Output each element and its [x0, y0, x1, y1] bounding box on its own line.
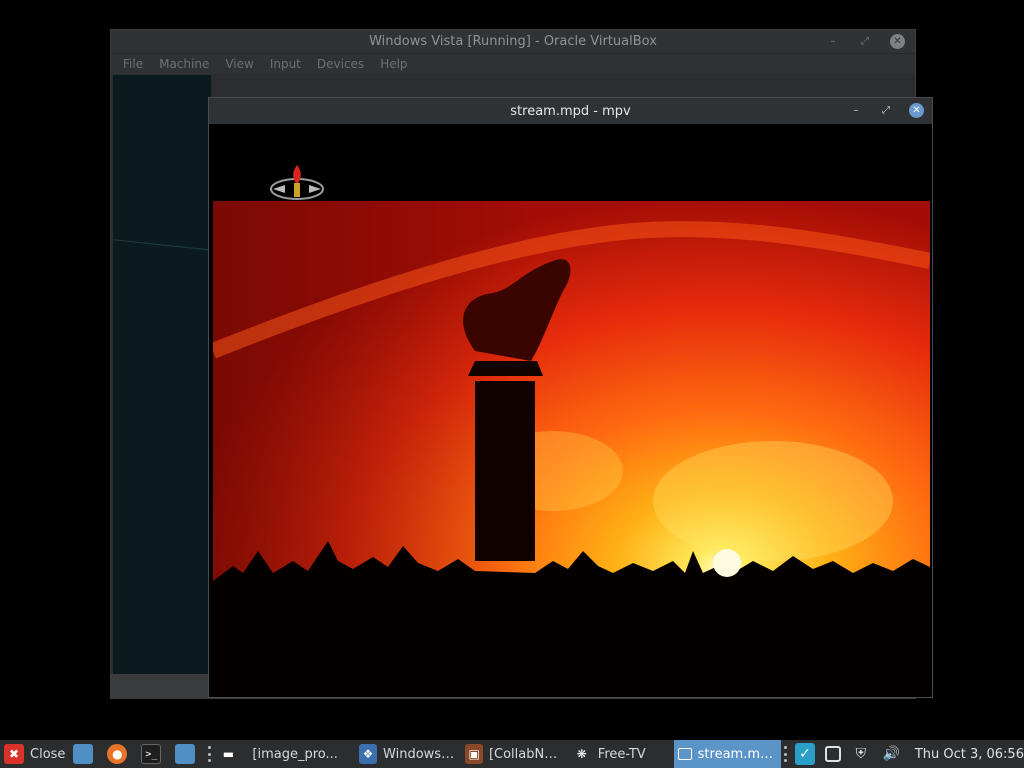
- task-image-pro[interactable]: [image_pro...: [248, 740, 354, 768]
- task-collabnet[interactable]: ▣ [CollabNet ...: [461, 740, 567, 768]
- maximize-icon[interactable]: ⤢: [858, 35, 872, 49]
- virtualbox-menubar: File Machine View Input Devices Help: [111, 54, 915, 74]
- task-label: [CollabNet ...: [488, 746, 564, 762]
- mpv-title: stream.mpd - mpv: [510, 104, 631, 119]
- taskbar: ✖ Close ● >_ ▬ [image_pro... ❖ Windows V…: [0, 740, 1024, 768]
- close-icon[interactable]: ✕: [909, 103, 924, 118]
- close-icon[interactable]: ✕: [890, 34, 905, 49]
- menu-view[interactable]: View: [225, 57, 253, 71]
- virtualbox-titlebar[interactable]: Windows Vista [Running] - Oracle Virtual…: [111, 30, 915, 54]
- task-label: [image_pro...: [252, 746, 338, 762]
- desktop-icon: [73, 744, 94, 764]
- menu-help[interactable]: Help: [380, 57, 407, 71]
- minus-icon: ▬: [222, 747, 235, 761]
- channel-logo-icon: [270, 165, 324, 200]
- tv-icon: ❋: [576, 747, 587, 761]
- mpv-window[interactable]: stream.mpd - mpv – ⤢ ✕: [208, 97, 933, 698]
- task-label: stream.mp...: [697, 746, 777, 762]
- folder-icon: [175, 744, 196, 764]
- volume-icon[interactable]: 🔊: [881, 743, 902, 765]
- task-free-tv[interactable]: ❋ Free-TV: [568, 740, 674, 768]
- menu-machine[interactable]: Machine: [159, 57, 209, 71]
- virtualbox-icon: ❖: [358, 744, 378, 764]
- guest-display[interactable]: [113, 75, 211, 675]
- maximize-icon[interactable]: ⤢: [879, 104, 893, 118]
- minimized-indicator[interactable]: ▬: [214, 740, 248, 768]
- shield-icon[interactable]: ⛨: [851, 743, 872, 765]
- desktop: Windows Vista [Running] - Oracle Virtual…: [0, 0, 1024, 740]
- mpv-icon: [678, 748, 692, 760]
- close-window-button[interactable]: ✖ Close: [0, 740, 69, 768]
- files-launcher[interactable]: [171, 740, 205, 768]
- task-label: Free-TV: [597, 746, 646, 762]
- terminal-launcher[interactable]: >_: [137, 740, 171, 768]
- virtualbox-title: Windows Vista [Running] - Oracle Virtual…: [369, 34, 657, 49]
- minimize-icon[interactable]: –: [849, 104, 863, 118]
- minimize-icon[interactable]: –: [826, 35, 840, 49]
- menu-file[interactable]: File: [123, 57, 143, 71]
- firefox-launcher[interactable]: ●: [103, 740, 137, 768]
- mpv-titlebar[interactable]: stream.mpd - mpv – ⤢ ✕: [209, 98, 932, 124]
- close-label: Close: [30, 746, 66, 762]
- task-label: Windows V...: [383, 746, 458, 762]
- taskbar-separator: [783, 746, 787, 762]
- task-windows-vista[interactable]: ❖ Windows V...: [355, 740, 461, 768]
- firefox-icon: ●: [107, 744, 128, 764]
- task-stream-mpv[interactable]: stream.mp...: [674, 740, 781, 768]
- document-icon: ▣: [465, 744, 483, 764]
- menu-devices[interactable]: Devices: [317, 57, 364, 71]
- close-icon: ✖: [4, 744, 24, 764]
- show-desktop-launcher[interactable]: [69, 740, 103, 768]
- menu-input[interactable]: Input: [270, 57, 301, 71]
- taskbar-separator: [208, 746, 212, 762]
- workspace-icon[interactable]: [825, 746, 841, 762]
- video-frame[interactable]: [213, 125, 930, 695]
- sunset-video-scene: [213, 201, 930, 695]
- terminal-icon: >_: [141, 744, 162, 764]
- clock[interactable]: Thu Oct 3, 06:56: [915, 747, 1024, 762]
- updates-icon[interactable]: ✓: [794, 743, 816, 765]
